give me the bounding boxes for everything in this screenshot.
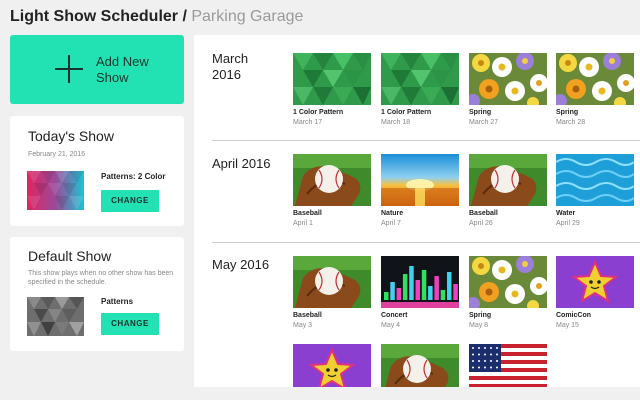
todays-show-date: February 21, 2016 xyxy=(28,151,86,158)
location-name[interactable]: Parking Garage xyxy=(191,8,303,25)
month-label: March 2016 xyxy=(212,51,249,82)
show-name: 1 Color Pattern xyxy=(381,109,432,116)
app-title: Light Show Scheduler / xyxy=(10,8,187,25)
show-date: April 29 xyxy=(556,220,580,227)
baseball-thumbnail xyxy=(469,154,547,206)
show-date: April 26 xyxy=(469,220,493,227)
show-name: Concert xyxy=(381,312,408,319)
add-new-show-button[interactable]: Add New Show xyxy=(10,35,184,104)
add-new-show-label: Add New Show xyxy=(96,54,149,85)
show-date: April 7 xyxy=(381,220,401,227)
page-header: Light Show Scheduler / Parking Garage xyxy=(10,6,303,28)
green-pattern-thumbnail xyxy=(381,53,459,105)
todays-show-title: Today's Show xyxy=(28,128,114,144)
month-divider xyxy=(212,242,640,243)
baseball-thumbnail xyxy=(293,154,371,206)
show-name: Baseball xyxy=(293,312,322,319)
show-date: May 3 xyxy=(293,322,313,329)
show-date: March 17 xyxy=(293,119,323,126)
show-name: ComicCon xyxy=(556,312,591,319)
default-show-description: This show plays when no other show has b… xyxy=(28,270,174,286)
show-date: March 28 xyxy=(556,119,586,126)
default-show-title: Default Show xyxy=(28,248,112,264)
show-date: March 27 xyxy=(469,119,499,126)
show-name: Nature xyxy=(381,210,404,217)
change-todays-show-button[interactable]: CHANGE xyxy=(101,190,159,212)
american-flag-thumbnail xyxy=(469,344,547,387)
month-label: April 2016 xyxy=(212,156,271,171)
default-show-thumbnail xyxy=(27,297,84,336)
month-divider xyxy=(212,140,640,141)
month-label: May 2016 xyxy=(212,257,270,272)
show-name: Spring xyxy=(469,109,492,116)
green-pattern-thumbnail xyxy=(293,53,371,105)
show-name: Baseball xyxy=(469,210,498,217)
default-show-card: Default Show This show plays when no oth… xyxy=(10,237,184,351)
todays-show-thumbnail xyxy=(27,171,84,210)
show-date: May 15 xyxy=(556,322,579,329)
baseball-thumbnail xyxy=(293,256,371,308)
spring-flowers-thumbnail xyxy=(469,53,547,105)
default-show-pattern: Patterns xyxy=(101,297,134,306)
show-date: March 18 xyxy=(381,119,411,126)
plus-icon xyxy=(55,55,83,83)
baseball-thumbnail xyxy=(381,344,459,387)
change-default-show-button[interactable]: CHANGE xyxy=(101,313,159,335)
spring-flowers-thumbnail xyxy=(556,53,634,105)
show-name: 1 Color Pattern xyxy=(293,109,344,116)
todays-show-card: Today's Show February 21, 2016 Patterns:… xyxy=(10,116,184,226)
spring-flowers-thumbnail xyxy=(469,256,547,308)
show-name: Water xyxy=(556,210,576,217)
rainbow-star-thumbnail xyxy=(556,256,634,308)
show-name: Spring xyxy=(556,109,579,116)
show-date: April 1 xyxy=(293,220,313,227)
show-name: Baseball xyxy=(293,210,322,217)
todays-show-pattern: Patterns: 2 Color xyxy=(101,172,166,181)
show-date: May 8 xyxy=(469,322,489,329)
sunset-thumbnail xyxy=(381,154,459,206)
equalizer-thumbnail xyxy=(381,256,459,308)
show-date: May 4 xyxy=(381,322,401,329)
water-thumbnail xyxy=(556,154,634,206)
schedule-panel: March 2016 1 Color Pattern March 17 1 Co… xyxy=(194,35,640,387)
rainbow-star-thumbnail xyxy=(293,344,371,387)
show-name: Spring xyxy=(469,312,492,319)
